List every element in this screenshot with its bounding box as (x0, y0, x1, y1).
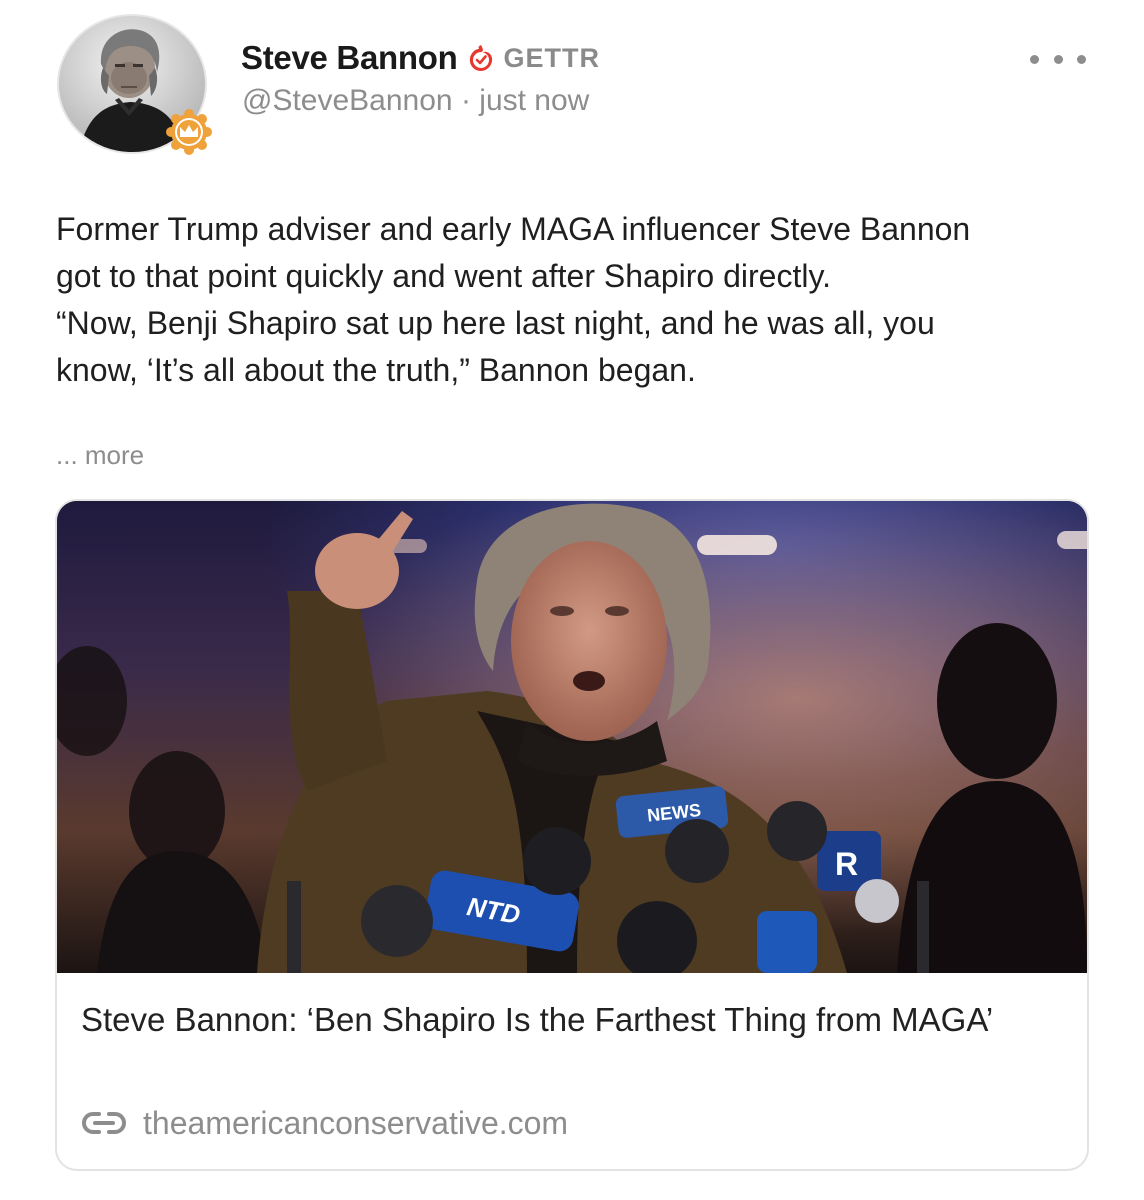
link-preview-card[interactable]: NEWS NTD R Steve Bannon: ‘Ben Shapiro Is… (55, 499, 1089, 1171)
link-card-title[interactable]: Steve Bannon: ‘Ben Shapiro Is the Farthe… (81, 997, 1041, 1043)
link-card-domain-row[interactable]: theamericanconservative.com (81, 1101, 568, 1145)
mic-label: R (835, 846, 858, 882)
dot (1053, 54, 1063, 64)
post-text-line: “Now, Benji Shapiro sat up here last nig… (56, 305, 935, 341)
platform-tag: GETTR (503, 42, 600, 73)
more-dots-icon[interactable] (1030, 44, 1086, 74)
post-text-line: know, ‘It’s all about the truth,” Bannon… (56, 352, 696, 388)
crown-badge-icon (165, 108, 213, 156)
author-handle-row: @SteveBannon · just now (242, 84, 589, 118)
verified-check-icon (467, 44, 495, 72)
post-text-line: got to that point quickly and went after… (56, 258, 831, 294)
dot (1077, 54, 1086, 64)
author-avatar-container[interactable] (57, 14, 212, 155)
author-handle[interactable]: @SteveBannon (242, 84, 453, 117)
author-name-row: Steve Bannon GETTR (241, 36, 600, 80)
post-timestamp[interactable]: just now (479, 84, 589, 117)
link-icon (81, 1108, 127, 1138)
link-card-domain[interactable]: theamericanconservative.com (143, 1105, 568, 1142)
dot (1030, 54, 1039, 64)
post-text-line: Former Trump adviser and early MAGA infl… (56, 211, 971, 247)
link-preview-image[interactable]: NEWS NTD R (57, 501, 1087, 973)
show-more-link[interactable]: ... more (56, 440, 144, 471)
post-body: Former Trump adviser and early MAGA infl… (56, 206, 1066, 394)
author-display-name[interactable]: Steve Bannon (241, 39, 458, 77)
meta-separator: · (452, 84, 480, 117)
